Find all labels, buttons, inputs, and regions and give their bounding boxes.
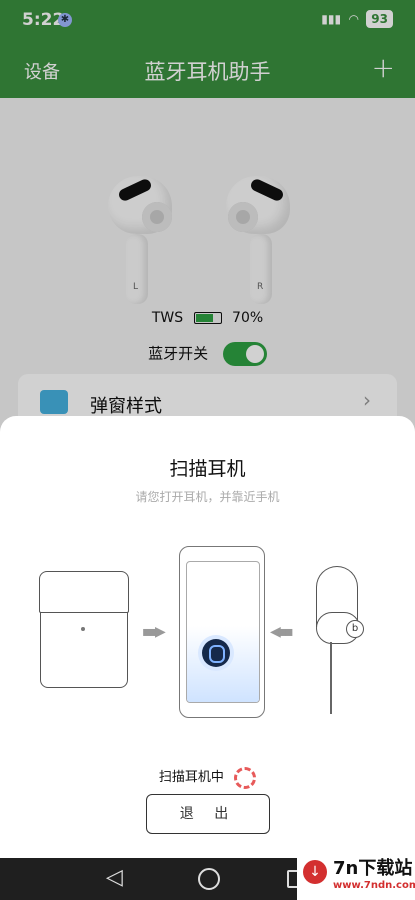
exit-button[interactable]: 退 出 xyxy=(146,794,270,834)
scanning-text: 扫描耳机中 xyxy=(158,770,224,785)
back-icon[interactable]: ◁ xyxy=(106,865,123,890)
scan-bottom-sheet: 扫描耳机 请您打开耳机，并靠近手机 ▪▪▶ ◀▪▪ b 扫描耳机中 退 出 xyxy=(0,416,415,858)
watermark-url: www.7ndn.com xyxy=(333,880,415,891)
arrow-right-icon: ▪▪▶ xyxy=(142,624,166,640)
sheet-title: 扫描耳机 xyxy=(169,458,246,480)
phone-illustration xyxy=(179,546,265,718)
arrow-left-icon: ◀▪▪ xyxy=(270,624,294,640)
sheet-subtitle: 请您打开耳机，并靠近手机 xyxy=(135,490,280,504)
download-icon: ↓ xyxy=(303,860,327,884)
earbuds-case-illustration xyxy=(39,571,129,688)
watermark-logo: ↓ 7n下载站 www.7ndn.com xyxy=(297,852,415,900)
home-icon[interactable] xyxy=(198,868,220,890)
loading-spinner-icon xyxy=(234,766,257,789)
headset-illustration: b xyxy=(300,566,376,714)
beacon-icon xyxy=(202,639,230,667)
scanning-status: 扫描耳机中 xyxy=(0,766,415,789)
watermark-brand: 7n下载站 xyxy=(333,858,413,879)
